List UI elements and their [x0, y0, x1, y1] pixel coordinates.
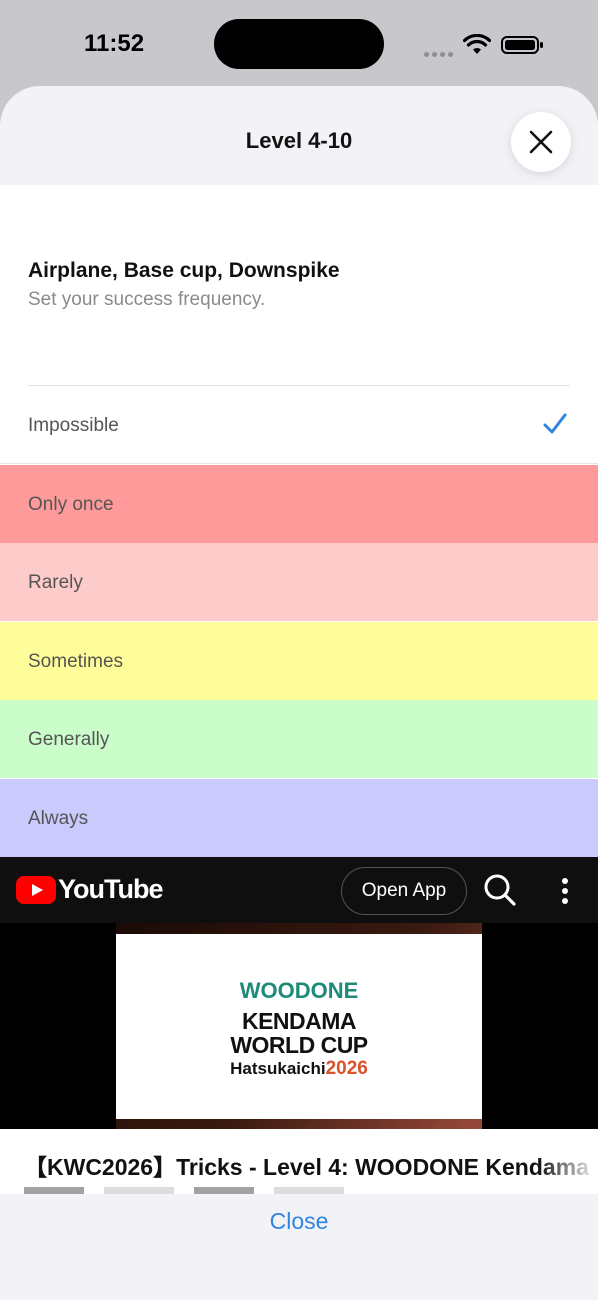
option-only-once[interactable]: Only once [0, 465, 598, 543]
thumbnail-year: 2026 [325, 1058, 368, 1079]
battery-icon [501, 36, 543, 54]
title-fade [538, 1129, 598, 1194]
sheet-header: Level 4-10 [0, 86, 598, 185]
option-generally[interactable]: Generally [0, 700, 598, 778]
more-options-icon[interactable] [553, 876, 577, 906]
search-icon[interactable] [483, 873, 517, 907]
youtube-brand-text[interactable]: YouTube [58, 874, 163, 905]
checkmark-icon [543, 413, 567, 434]
video-thumbnail[interactable]: WOODONE KENDAMA WORLD CUP Hatsukaichi202… [116, 934, 482, 1119]
trick-content: Airplane, Base cup, Downspike Set your s… [0, 185, 598, 860]
option-always[interactable]: Always [0, 779, 598, 857]
video-info: 【KWC2026】Tricks - Level 4: WOODONE Kenda… [0, 1129, 598, 1194]
trick-subtitle: Set your success frequency. [28, 289, 266, 310]
close-sheet-button[interactable] [511, 112, 571, 172]
video-meta-cutoff [24, 1187, 354, 1194]
video-player[interactable]: WOODONE KENDAMA WORLD CUP Hatsukaichi202… [0, 923, 598, 1129]
status-time: 11:52 [84, 30, 145, 57]
option-label: Always [28, 808, 89, 829]
option-label: Sometimes [28, 651, 124, 672]
thumbnail-place: Hatsukaichi [230, 1059, 326, 1078]
dynamic-island [214, 19, 384, 69]
sheet-title: Level 4-10 [245, 128, 353, 153]
option-sometimes[interactable]: Sometimes [0, 622, 598, 700]
option-rarely[interactable]: Rarely [0, 543, 598, 621]
youtube-embed[interactable]: YouTube Open App WOODONE KENDAMA WORLD C… [0, 857, 598, 1194]
cellular-signal-icon [424, 44, 456, 57]
youtube-logo-icon[interactable] [16, 876, 56, 904]
video-title[interactable]: 【KWC2026】Tricks - Level 4: WOODONE Kenda… [24, 1148, 589, 1182]
thumbnail-line-1: KENDAMA [241, 1008, 357, 1034]
thumbnail-place-year: Hatsukaichi2026 [116, 1058, 482, 1080]
thumbnail-line-2: WORLD CUP [230, 1032, 368, 1058]
option-label: Impossible [28, 415, 119, 436]
modal-sheet: Level 4-10 Airplane, Base cup, Downspike… [0, 86, 598, 1300]
close-icon [529, 130, 553, 154]
option-label: Only once [28, 494, 114, 515]
option-impossible[interactable]: Impossible [0, 386, 598, 464]
status-bar: 11:52 [0, 0, 598, 88]
close-button[interactable]: Close [0, 1208, 598, 1235]
trick-name: Airplane, Base cup, Downspike [28, 259, 340, 282]
open-app-button[interactable]: Open App [341, 867, 467, 915]
option-label: Generally [28, 729, 110, 750]
thumbnail-brand: WOODONE [239, 978, 359, 1003]
youtube-top-bar: YouTube Open App [0, 857, 598, 923]
option-label: Rarely [28, 572, 83, 593]
wifi-icon [463, 34, 491, 54]
